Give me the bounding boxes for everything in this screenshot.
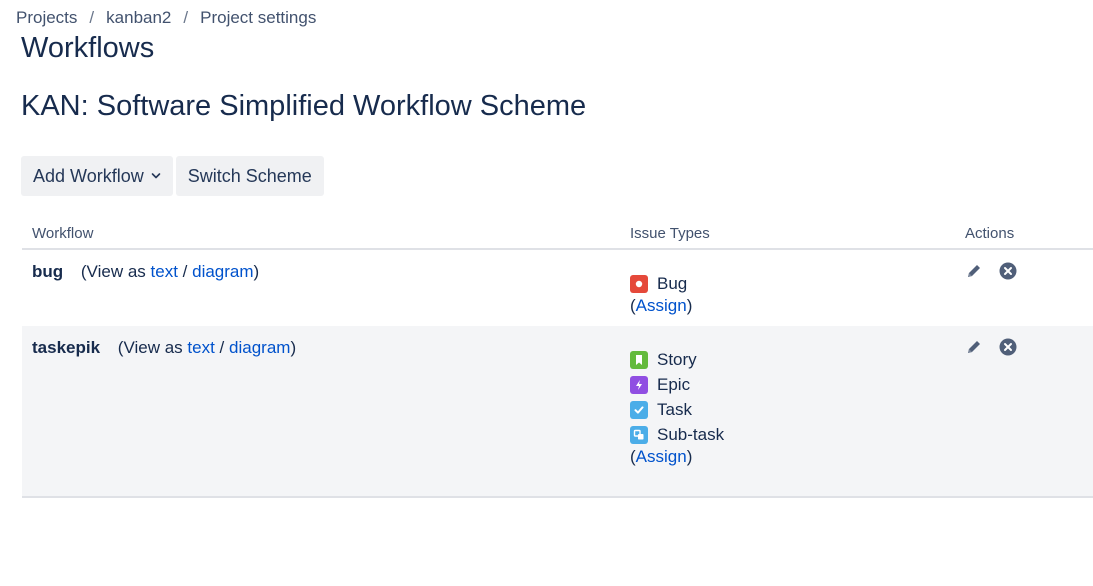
close-paren: )	[290, 338, 297, 357]
table-row: bug (View as text / diagram) Bug (Assign…	[22, 249, 1093, 326]
add-workflow-button[interactable]: Add Workflow	[21, 156, 173, 196]
row-actions	[965, 338, 1083, 356]
issue-types-cell: Story Epic Task Sub-task (Assign)	[620, 326, 955, 498]
actions-cell	[955, 326, 1093, 498]
edit-icon[interactable]	[965, 262, 983, 280]
header-actions: Actions	[955, 216, 1093, 250]
story-icon	[630, 350, 648, 369]
issue-type-list: Story Epic Task Sub-task	[630, 338, 945, 450]
switch-scheme-button[interactable]: Switch Scheme	[175, 156, 324, 196]
assign-link[interactable]: Assign	[636, 296, 687, 315]
breadcrumb-separator: /	[89, 8, 95, 27]
header-workflow: Workflow	[22, 216, 620, 250]
task-icon	[630, 400, 648, 419]
breadcrumb-project[interactable]: kanban2	[106, 8, 171, 28]
row-actions	[965, 262, 1083, 280]
workflow-cell: taskepik (View as text / diagram)	[22, 326, 620, 498]
view-as-text-link[interactable]: text	[151, 262, 178, 281]
breadcrumb-projects[interactable]: Projects	[16, 8, 77, 28]
breadcrumb-project-settings[interactable]: Project settings	[200, 8, 316, 28]
epic-icon	[630, 375, 648, 394]
paren: )	[686, 447, 693, 466]
close-paren: )	[253, 262, 260, 281]
breadcrumb-separator: /	[183, 8, 189, 27]
delete-icon[interactable]	[999, 338, 1017, 356]
actions-cell	[955, 249, 1093, 326]
table-header-row: Workflow Issue Types Actions	[22, 216, 1093, 250]
chevron-down-icon	[151, 171, 161, 181]
issue-type-label: Sub-task	[657, 424, 725, 444]
view-as-text-link[interactable]: text	[187, 338, 214, 357]
edit-icon[interactable]	[965, 338, 983, 356]
view-as-diagram-link[interactable]: diagram	[229, 338, 290, 357]
issue-types-cell: Bug (Assign)	[620, 249, 955, 326]
workflow-name: bug	[32, 262, 64, 281]
issue-type-item: Sub-task	[630, 419, 945, 450]
subtask-icon	[630, 425, 648, 444]
delete-icon[interactable]	[999, 262, 1017, 280]
issue-type-label: Story	[657, 349, 697, 369]
assign-wrapper: (Assign)	[630, 447, 945, 467]
view-as-label: (View as	[80, 262, 146, 281]
workflows-table: Workflow Issue Types Actions bug (View a…	[22, 216, 1093, 498]
slash-separator: /	[219, 338, 225, 357]
slash-separator: /	[182, 262, 188, 281]
issue-type-label: Task	[657, 399, 692, 419]
header-issue-types: Issue Types	[620, 216, 955, 250]
issue-type-label: Epic	[657, 374, 691, 394]
breadcrumb: Projects / kanban2 / Project settings	[16, 8, 316, 28]
workflow-cell: bug (View as text / diagram)	[22, 249, 620, 326]
issue-type-label: Bug	[657, 273, 688, 293]
add-workflow-label: Add Workflow	[33, 165, 144, 186]
view-as-label: (View as	[117, 338, 183, 357]
page-title: Workflows	[21, 32, 155, 64]
view-as-diagram-link[interactable]: diagram	[192, 262, 253, 281]
bug-icon	[630, 274, 648, 293]
toolbar: Add Workflow Switch Scheme	[21, 156, 324, 196]
assign-wrapper: (Assign)	[630, 296, 945, 316]
issue-type-item: Bug	[630, 268, 945, 299]
workflow-name: taskepik	[32, 338, 101, 357]
issue-type-list: Bug	[630, 262, 945, 299]
paren: )	[686, 296, 693, 315]
assign-link[interactable]: Assign	[636, 447, 687, 466]
scheme-title: KAN: Software Simplified Workflow Scheme	[21, 90, 587, 122]
table-row: taskepik (View as text / diagram) Story	[22, 326, 1093, 498]
